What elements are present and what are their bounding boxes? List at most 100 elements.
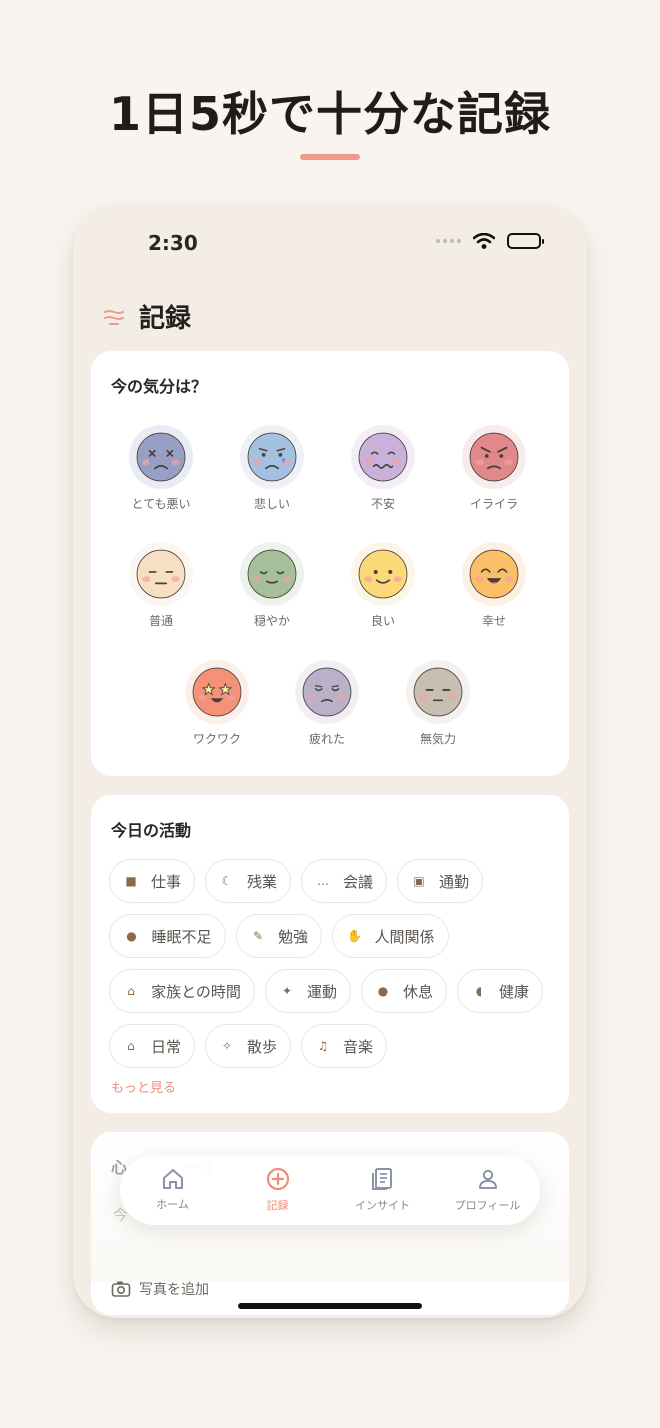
activity-chip-label: 日常 [150, 1037, 181, 1056]
activity-chip[interactable]: ▣ 通勤 [397, 859, 483, 903]
briefcase-icon: ■ [125, 874, 137, 888]
tab-home[interactable]: ホーム [120, 1155, 225, 1225]
status-time: 2:30 [148, 231, 198, 255]
mood-face-icon [129, 425, 193, 489]
page-title: 記録 [139, 304, 192, 334]
mood-option-label: 穏やか [253, 614, 290, 628]
activity-chip-label: 会議 [342, 872, 373, 891]
mood-option[interactable]: 良い [327, 542, 439, 629]
activity-chip-label: 人間関係 [374, 927, 435, 946]
activity-chip[interactable]: ● 休息 [361, 969, 447, 1013]
mood-option[interactable]: 普通 [105, 542, 217, 629]
train-icon: ▣ [413, 874, 425, 888]
menu-lines-icon[interactable] [103, 308, 125, 326]
mood-card-title: 今の気分は？ [111, 377, 208, 396]
activity-chip-label: 運動 [306, 982, 337, 1001]
mood-option-label: 不安 [370, 497, 395, 511]
mood-face-icon [240, 425, 304, 489]
house-garden-icon: ⌂ [127, 984, 135, 998]
camera-icon [111, 1281, 131, 1297]
activity-chip[interactable]: ⌂ 日常 [109, 1024, 195, 1068]
activity-chip[interactable]: ⌂ 家族との時間 [109, 969, 255, 1013]
mood-option[interactable]: 不安 [327, 425, 439, 512]
mood-option-label: 幸せ [481, 614, 506, 628]
handshake-icon: ✋ [347, 929, 362, 943]
mood-face-icon [462, 425, 526, 489]
music-note-icon: ♫ [317, 1039, 329, 1053]
activities-card-title: 今日の活動 [111, 821, 192, 840]
runner-icon: ✦ [281, 984, 293, 998]
mood-option-label: 良い [370, 614, 395, 628]
mood-face-icon [185, 660, 249, 724]
status-icons [436, 233, 544, 249]
tab-insight-label: インサイト [355, 1199, 410, 1212]
house-icon: ⌂ [127, 1039, 135, 1053]
phone-frame: 2:30 記録 今の気分は？ とても悪い 悲しい 不安 イライラ普通 穏やか 良い 幸せワク… [73, 205, 587, 1318]
mood-option[interactable]: 疲れた [271, 660, 383, 747]
wifi-icon [473, 233, 495, 249]
activity-chip[interactable]: ☾ 残業 [205, 859, 291, 903]
activity-chip[interactable]: ✎ 勉強 [236, 914, 322, 958]
mood-face-icon [351, 542, 415, 606]
activity-chip[interactable]: ● 睡眠不足 [109, 914, 226, 958]
person-icon [478, 1169, 497, 1189]
activity-chip[interactable]: … 会議 [301, 859, 387, 903]
activity-chip-label: 睡眠不足 [151, 927, 212, 946]
home-icon [162, 1169, 183, 1189]
home-indicator [238, 1303, 422, 1309]
mood-option[interactable]: 悲しい [216, 425, 328, 512]
mood-face-icon [295, 660, 359, 724]
signal-icon [436, 239, 461, 243]
activities-card: 今日の活動 ■ 仕事 ☾ 残業 … 会議 ▣ 通勤 ● 睡眠不足 ✎ 勉強 ✋ 人間関係 ⌂ 家族との時間 ✦ 運… [91, 795, 569, 1113]
bottom-tab-bar: ホーム 記録 インサイト プロフィール [120, 1155, 540, 1225]
mood-face-icon [462, 542, 526, 606]
activity-chip-label: 通勤 [438, 872, 469, 891]
speech-bubble-icon: … [316, 874, 329, 888]
activity-chip-label: 音楽 [342, 1037, 373, 1056]
mood-card: 今の気分は？ とても悪い 悲しい 不安 イライラ普通 穏やか 良い 幸せワクワク 疲れた 無気力 [91, 351, 569, 776]
activity-chip-label: 休息 [402, 982, 433, 1001]
mood-option[interactable]: 穏やか [216, 542, 328, 629]
tab-profile[interactable]: プロフィール [435, 1155, 540, 1225]
mood-option-label: とても悪い [131, 497, 191, 511]
mood-option[interactable]: イライラ [438, 425, 550, 512]
sleepy-face-icon: ● [126, 929, 137, 943]
activity-chip[interactable]: ✦ 運動 [265, 969, 351, 1013]
mood-option-label: 無気力 [419, 732, 456, 746]
mood-option-label: ワクワク [192, 732, 241, 746]
pill-icon: ◖ [475, 984, 483, 998]
show-more-link[interactable]: もっと見る [111, 1077, 176, 1096]
tab-insight[interactable]: インサイト [330, 1155, 435, 1225]
mood-option[interactable]: ワクワク [161, 660, 273, 747]
add-photo-button[interactable]: 写真を追加 [111, 1279, 209, 1299]
activity-chip-label: 残業 [246, 872, 277, 891]
activity-chip[interactable]: ◖ 健康 [457, 969, 543, 1013]
document-icon [371, 1168, 392, 1190]
activity-chip[interactable]: ✋ 人間関係 [332, 914, 449, 958]
battery-icon [507, 233, 544, 249]
mood-face-icon [406, 660, 470, 724]
mood-option[interactable]: 無気力 [382, 660, 494, 747]
mood-face-icon [129, 542, 193, 606]
memo-icon: ✎ [252, 929, 264, 943]
mood-face-icon [240, 542, 304, 606]
mood-option-label: 疲れた [308, 732, 345, 746]
activity-chip[interactable]: ♫ 音楽 [301, 1024, 387, 1068]
mood-option-label: 悲しい [253, 497, 290, 511]
hero-underline [300, 154, 360, 160]
page-header: 記録 [103, 298, 191, 335]
activity-chip[interactable]: ✧ 散歩 [205, 1024, 291, 1068]
mood-option[interactable]: とても悪い [105, 425, 217, 512]
activity-chip-label: 勉強 [277, 927, 308, 946]
walker-icon: ✧ [221, 1039, 233, 1053]
mood-option-label: 普通 [148, 614, 173, 628]
relieved-face-icon: ● [377, 984, 389, 998]
moon-icon: ☾ [221, 874, 233, 888]
mood-option[interactable]: 幸せ [438, 542, 550, 629]
tab-record[interactable]: 記録 [225, 1155, 330, 1225]
activity-chip[interactable]: ■ 仕事 [109, 859, 195, 903]
activity-chip-label: 家族との時間 [151, 982, 241, 1001]
activity-chip-label: 散歩 [246, 1037, 277, 1056]
tab-home-label: ホーム [156, 1198, 189, 1211]
tab-profile-label: プロフィール [454, 1199, 521, 1212]
